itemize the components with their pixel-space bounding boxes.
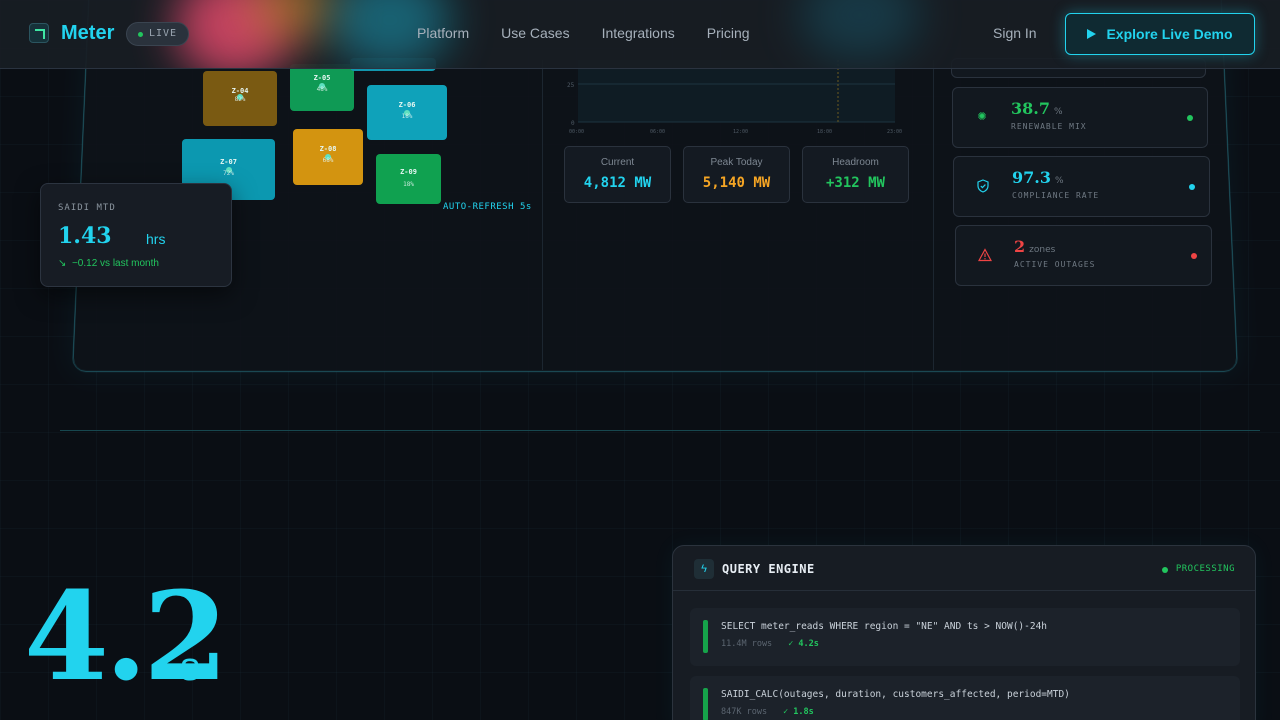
sun-icon: ✺ xyxy=(977,111,987,123)
nav-link-use-cases[interactable]: Use Cases xyxy=(501,25,569,41)
kpi-label: COMPLIANCE RATE xyxy=(1012,191,1100,200)
chart-area xyxy=(578,60,895,122)
stat-value: 4,812 MW xyxy=(583,175,652,191)
nav-link-pricing[interactable]: Pricing xyxy=(707,25,750,41)
zone-load: 68% xyxy=(322,157,334,164)
saidi-value: 1.43 xyxy=(58,223,112,249)
x-tick: 12:00 xyxy=(733,129,748,135)
kpi-value: 2 zones xyxy=(1014,237,1055,256)
zone-tile[interactable]: Z-06 18% xyxy=(367,85,447,140)
stat-label: Headroom xyxy=(832,157,879,168)
saidi-label: SAIDI MTD xyxy=(58,203,116,213)
saidi-trend-text: −0.12 vs last month xyxy=(71,258,159,269)
status-dot xyxy=(1191,253,1197,259)
saidi-unit: hrs xyxy=(146,231,166,247)
saidi-trend: ↘ −0.12 vs last month xyxy=(58,258,159,269)
stat-label: Peak Today xyxy=(710,157,763,168)
query-engine-title: QUERY ENGINE xyxy=(722,562,815,576)
auto-refresh-label: AUTO-REFRESH 5s xyxy=(443,202,532,212)
query-sql: SAIDI_CALC(outages, duration, customers_… xyxy=(721,689,1070,700)
zone-load: 18% xyxy=(403,181,414,188)
zone-id: Z-09 xyxy=(400,168,417,176)
kpi-unit: % xyxy=(1054,176,1064,186)
explore-live-demo-button[interactable]: Explore Live Demo xyxy=(1065,13,1255,55)
kpi-compliance-rate: 97.3% COMPLIANCE RATE xyxy=(953,156,1210,217)
zone-tile[interactable]: Z-08 68% xyxy=(293,129,363,185)
kpi-value: 38.7% xyxy=(1011,99,1063,118)
zone-load: 72% xyxy=(223,170,234,177)
nav-links: Platform Use Cases Integrations Pricing xyxy=(417,25,750,41)
stat-label: Current xyxy=(600,157,635,168)
nav-link-integrations[interactable]: Integrations xyxy=(602,25,675,41)
zone-tile[interactable]: Z-09 18% xyxy=(376,154,441,204)
query-rows: 11.4M rows xyxy=(721,639,773,649)
kpi-value: 97.3% xyxy=(1012,168,1064,187)
stat-peak-today: Peak Today 5,140 MW xyxy=(683,146,790,203)
query-row[interactable]: SELECT meter_reads WHERE region = "NE" A… xyxy=(690,608,1240,666)
sign-in-link[interactable]: Sign In xyxy=(993,25,1037,41)
zone-load: 18% xyxy=(401,113,413,120)
x-tick: 18:00 xyxy=(817,129,832,135)
query-meta: 847K rows ✓ 1.8s xyxy=(721,707,814,717)
stat-current: Current 4,812 MW xyxy=(564,146,671,203)
kpi-number: 97.3 xyxy=(1012,168,1051,187)
query-time: ✓ 4.2s xyxy=(788,639,819,649)
kpi-number: 2 xyxy=(1014,237,1026,256)
shield-check-icon xyxy=(976,179,990,193)
x-tick: 00:00 xyxy=(569,129,584,135)
zone-id: Z-06 xyxy=(398,101,416,109)
kpi-number: 38.7 xyxy=(1011,99,1050,118)
demo-button-label: Explore Live Demo xyxy=(1106,26,1233,42)
load-chart: 25 0 00:00 06:00 12:00 18:00 23:00 xyxy=(567,60,902,135)
section-divider xyxy=(60,430,1260,431)
y-tick: 0 xyxy=(571,120,575,127)
lightning-icon: ϟ xyxy=(694,559,714,579)
query-time: ✓ 1.8s xyxy=(783,707,814,717)
processing-status: PROCESSING xyxy=(1161,564,1235,574)
zone-tile[interactable]: Z-05 48% xyxy=(290,64,354,111)
query-sql: SELECT meter_reads WHERE region = "NE" A… xyxy=(721,621,1048,632)
play-icon xyxy=(1087,29,1097,39)
y-tick: 25 xyxy=(567,82,575,89)
query-meta: 11.4M rows ✓ 4.2s xyxy=(721,639,819,649)
query-status-bar xyxy=(703,620,708,653)
top-nav: Meter LIVE Platform Use Cases Integratio… xyxy=(0,0,1280,69)
status-dot xyxy=(1187,115,1193,121)
status-dot xyxy=(1189,184,1195,190)
kpi-unit: % xyxy=(1053,107,1063,117)
warning-icon xyxy=(977,248,993,262)
kpi-unit: zones xyxy=(1029,245,1056,255)
hero-metric-unit: s xyxy=(180,645,200,689)
decorative-glow xyxy=(800,0,920,60)
panel-divider xyxy=(542,60,543,370)
x-tick: 06:00 xyxy=(650,129,665,135)
stat-value: +312 MW xyxy=(825,175,885,191)
saidi-card: SAIDI MTD 1.43 hrs ↘ −0.12 vs last month xyxy=(40,183,232,287)
kpi-label: RENEWABLE MIX xyxy=(1011,122,1087,131)
stat-headroom: Headroom +312 MW xyxy=(802,146,909,203)
stat-value: 5,140 MW xyxy=(702,175,771,191)
zone-id: Z-08 xyxy=(319,145,337,153)
zone-load: 48% xyxy=(316,86,328,93)
kpi-active-outages: 2 zones ACTIVE OUTAGES xyxy=(955,225,1212,286)
x-tick: 23:00 xyxy=(887,129,902,135)
zone-id: Z-07 xyxy=(220,158,237,166)
zone-load: 82% xyxy=(234,96,246,103)
kpi-label: ACTIVE OUTAGES xyxy=(1014,260,1096,269)
query-status-bar xyxy=(703,688,708,720)
zone-id: Z-05 xyxy=(313,74,331,82)
query-rows: 847K rows xyxy=(721,707,768,717)
query-row[interactable]: SAIDI_CALC(outages, duration, customers_… xyxy=(690,676,1240,720)
query-engine-panel: ϟ QUERY ENGINE PROCESSING SELECT meter_r… xyxy=(672,545,1256,720)
query-engine-header: ϟ QUERY ENGINE PROCESSING xyxy=(673,546,1255,591)
meter-logo-icon[interactable] xyxy=(29,23,49,43)
brand-name[interactable]: Meter xyxy=(61,22,114,45)
panel-divider xyxy=(933,60,934,370)
trend-down-icon: ↘ xyxy=(58,258,67,269)
live-badge: LIVE xyxy=(126,22,190,46)
zone-id: Z-04 xyxy=(231,87,249,95)
zone-tile[interactable]: Z-04 82% xyxy=(203,71,277,126)
kpi-renewable-mix: ✺ 38.7% RENEWABLE MIX xyxy=(952,87,1208,148)
nav-link-platform[interactable]: Platform xyxy=(417,25,469,41)
